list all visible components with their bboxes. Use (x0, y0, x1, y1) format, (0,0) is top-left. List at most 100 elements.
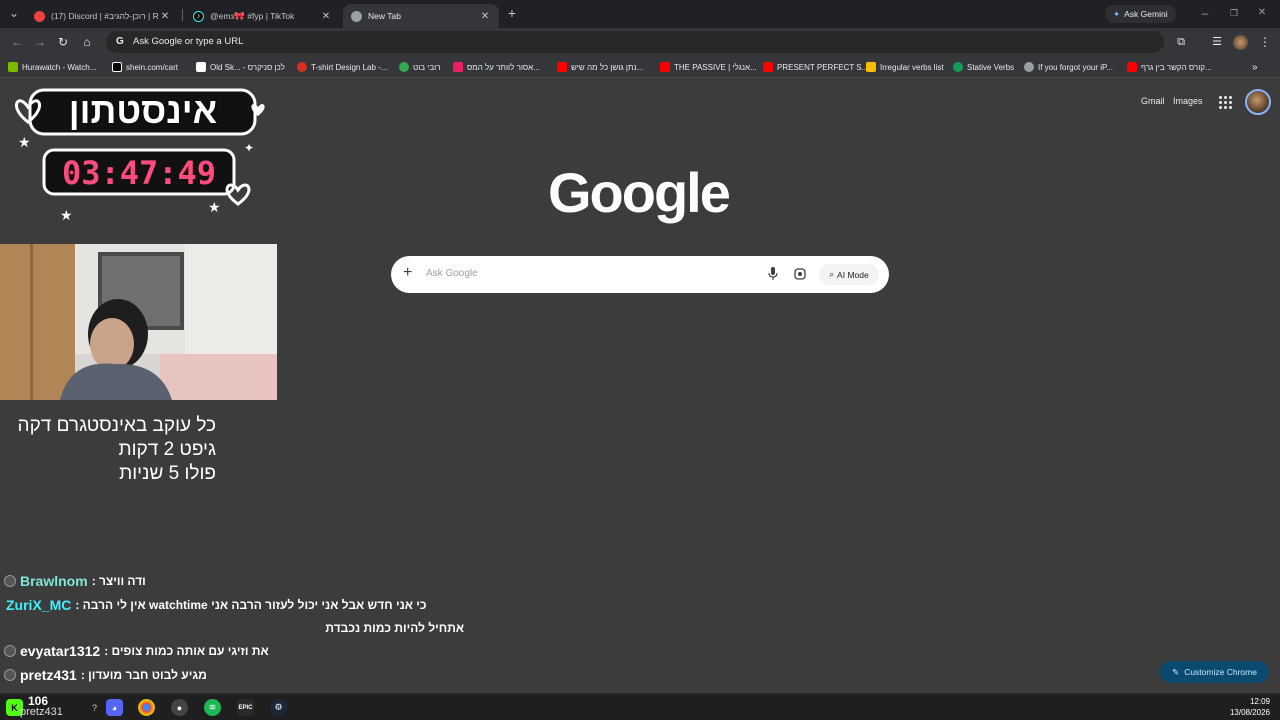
search-box[interactable]: + Ask Google ⌕ AI Mode (391, 256, 889, 293)
spotify-icon[interactable]: ≋ (204, 699, 221, 716)
discord-icon (34, 10, 45, 22)
bookmark-label: Stative Verbs (967, 62, 1015, 72)
maximize-icon[interactable]: ❐ (1226, 5, 1242, 21)
help-icon[interactable]: ? (86, 699, 103, 716)
address-bar-placeholder: Ask Google or type a URL (133, 36, 244, 47)
close-icon[interactable]: ✕ (479, 11, 491, 22)
profile-avatar-small[interactable] (1233, 35, 1248, 50)
new-tab-plus-icon[interactable]: + (504, 5, 520, 21)
tab-discord[interactable]: (17) Discord | #רוכן-להגיב | Ro... ✕ (26, 4, 179, 28)
minimize-icon[interactable]: – (1197, 5, 1213, 21)
epic-games-icon[interactable]: EPIC (237, 699, 254, 716)
reload-icon[interactable]: ↻ (55, 34, 71, 50)
reading-list-icon[interactable]: ☰ (1209, 34, 1225, 50)
taskbar: K 106 pretz431 ? ◕ ● ≋ EPIC ⚙ 12:09 13/0… (0, 693, 1280, 720)
bookmark-tax[interactable]: אסור לוותר על המס... (453, 61, 540, 73)
steam-icon[interactable]: ⚙ (270, 699, 287, 716)
ai-mode-button[interactable]: ⌕ AI Mode (819, 264, 879, 285)
bookmark-youtube-4[interactable]: קורס הקשר בין גרף... (1127, 61, 1212, 73)
bookmark-youtube-1[interactable]: נתן גושן כל מה שיש... (557, 61, 643, 73)
bookmark-label: If you forgot your iP... (1038, 62, 1114, 72)
menu-kebab-icon[interactable]: ⋮ (1257, 34, 1273, 50)
bookmark-label: shein.com/cart (126, 62, 179, 72)
plus-icon[interactable]: + (403, 264, 412, 282)
microphone-icon[interactable] (768, 267, 778, 281)
tab-search-chevron-icon[interactable]: ⌄ (6, 5, 22, 21)
tab-tiktok[interactable]: ♪ @emз🎀 #fyp | TikTok ✕ (185, 4, 340, 28)
stream-chat: Brawlnom ודה וויצר : ZuriX_MC כי אני חדש… (4, 545, 464, 687)
countdown-timer: 03:47:49 (61, 154, 217, 192)
instathon-title: אינסטתון (68, 90, 218, 131)
rule-line: פולו 5 שניות (119, 463, 216, 484)
apps-grid-icon[interactable] (1217, 94, 1233, 110)
profile-avatar[interactable] (1245, 89, 1271, 115)
tiktok-icon: ♪ (193, 10, 204, 22)
extensions-icon[interactable]: ⧉ (1173, 34, 1189, 50)
system-clock[interactable]: 12:09 13/08/2026 (1230, 696, 1270, 718)
home-icon[interactable]: ⌂ (79, 34, 95, 50)
bookmark-stative-verbs[interactable]: Stative Verbs (953, 61, 1014, 73)
chat-message: evyatar1312 את וזיגי עם אותה כמות צופים … (4, 639, 464, 663)
youtube-icon (557, 62, 567, 72)
webcam-image (0, 244, 277, 400)
chat-username: ZuriX_MC (6, 597, 72, 613)
google-logo: Google (548, 161, 731, 224)
bookmark-favicon-icon (453, 62, 463, 72)
bookmark-label: רובי בוט (413, 62, 441, 72)
close-icon[interactable]: ✕ (320, 11, 332, 22)
gmail-link[interactable]: Gmail (1141, 96, 1165, 106)
bookmark-label: נתן גושן כל מה שיש... (571, 62, 644, 72)
bookmark-tshirt-design[interactable]: T-shirt Design Lab -... (297, 61, 387, 73)
bookmark-label: קורס הקשר בין גרף... (1141, 62, 1212, 72)
bookmark-youtube-2[interactable]: THE PASSIVE | אנגלי... (660, 61, 757, 73)
ai-search-icon: ⌕ (829, 269, 835, 279)
chat-message-faded (4, 545, 464, 569)
chat-message: ZuriX_MC כי אני חדש אבל אני יכול לעזור ה… (4, 593, 464, 617)
back-arrow-icon[interactable]: ← (9, 34, 25, 50)
tab-title: @emз🎀 #fyp | TikTok (210, 10, 295, 21)
bookmark-favicon-icon (297, 62, 307, 72)
google-lens-icon[interactable] (794, 268, 806, 280)
images-link[interactable]: Images (1173, 96, 1203, 106)
obs-icon[interactable]: ● (171, 699, 188, 716)
bookmark-label: PRESENT PERFECT S... (777, 62, 869, 72)
svg-text:★: ★ (18, 135, 31, 151)
youtube-icon (660, 62, 670, 72)
bookmark-label: אסור לוותר על המס... (467, 62, 540, 72)
bookmark-forgot-ipad[interactable]: If you forgot your iP... (1024, 61, 1113, 73)
google-g-icon: G (116, 36, 124, 47)
stream-rules: כל עוקב באינסטגרם דקה גיפט 2 דקות פולו 5… (6, 414, 216, 486)
address-bar[interactable]: G Ask Google or type a URL (106, 31, 1164, 53)
discord-icon[interactable]: ◕ (106, 699, 123, 716)
svg-text:✦: ✦ (244, 141, 254, 155)
bookmark-favicon-icon (866, 62, 876, 72)
customize-chrome-button[interactable]: ✎ Customize Chrome (1160, 661, 1269, 683)
bookmark-irregular-verbs[interactable]: Irregular verbs list (866, 61, 944, 73)
bookmark-favicon-icon (8, 62, 18, 72)
bookmark-youtube-3[interactable]: PRESENT PERFECT S... (763, 61, 868, 73)
search-placeholder: Ask Google (426, 268, 478, 279)
close-icon[interactable]: ✕ (159, 11, 171, 22)
customize-chrome-label: Customize Chrome (1184, 667, 1257, 677)
bookmark-label: T-shirt Design Lab -... (311, 62, 388, 72)
tab-new-tab[interactable]: New Tab ✕ (343, 4, 499, 28)
instathon-overlay: ★ ★ ★ ✦ אינסטתון 03:47:49 (8, 72, 270, 227)
tab-divider (182, 9, 183, 21)
taskbar-username: pretz431 (20, 706, 63, 718)
chrome-icon[interactable] (138, 699, 155, 716)
bookmark-label: THE PASSIVE | אנגלי... (674, 62, 757, 72)
youtube-icon (1127, 62, 1137, 72)
avatar (4, 645, 16, 657)
bookmark-label: Old Sk... - לכן סניקרס (210, 62, 285, 72)
ask-gemini-button[interactable]: ✦ Ask Gemini (1105, 5, 1176, 23)
bookmark-robi-bot[interactable]: רובי בוט (399, 61, 441, 73)
tab-strip: ⌄ (17) Discord | #רוכן-להגיב | Ro... ✕ ♪… (0, 0, 1280, 28)
avatar (4, 669, 16, 681)
bookmark-favicon-icon (112, 62, 122, 72)
gemini-sparkle-icon: ✦ (1113, 8, 1121, 19)
more-bookmarks-chevron-icon[interactable]: » (1252, 61, 1258, 73)
tab-title: (17) Discord | #רוכן-להגיב | Ro... (51, 11, 159, 21)
forward-arrow-icon[interactable]: → (32, 34, 48, 50)
window-close-icon[interactable]: ✕ (1254, 5, 1270, 21)
ask-gemini-label: Ask Gemini (1124, 9, 1168, 19)
